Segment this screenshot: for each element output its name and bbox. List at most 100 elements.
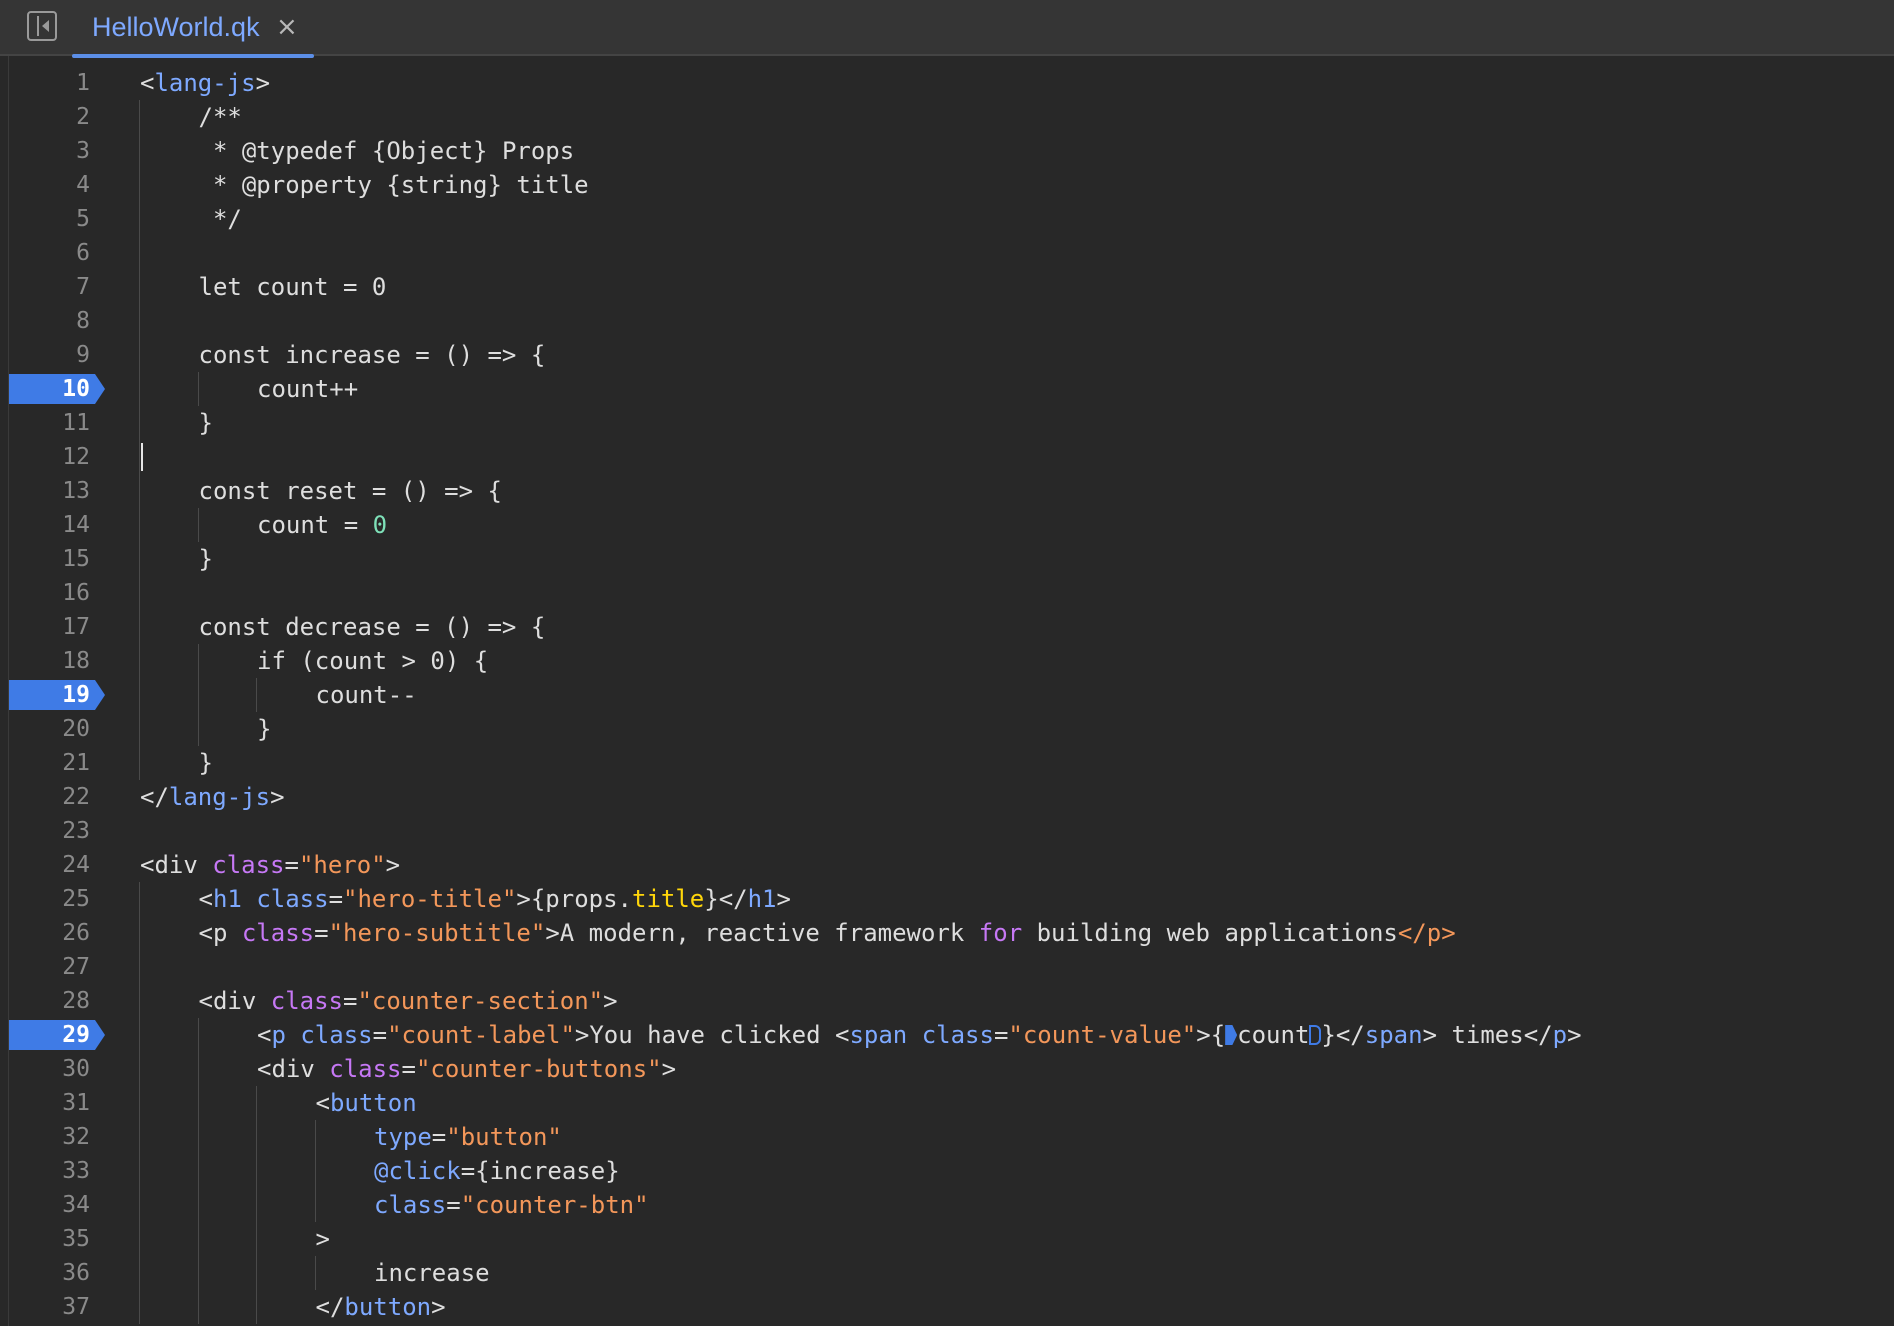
code-line[interactable]: if (count > 0) {: [257, 644, 488, 678]
code-token: class: [300, 1021, 373, 1049]
inline-breakpoint-start-icon[interactable]: [1225, 1025, 1238, 1045]
code-line[interactable]: <h1 class="hero-title">{props.title}</h1…: [199, 882, 791, 916]
code-token: const decrease = () => {: [198, 613, 546, 641]
line-number[interactable]: 32: [0, 1120, 90, 1154]
code-token: count: [1237, 1021, 1310, 1049]
code-token: * @property {string} title: [198, 171, 589, 199]
code-line[interactable]: count++: [257, 372, 358, 406]
line-number[interactable]: 3: [0, 134, 90, 168]
code-line[interactable]: <p class="count-label">You have clicked …: [257, 1018, 1582, 1052]
line-number[interactable]: 21: [0, 746, 90, 780]
code-line[interactable]: let count = 0: [199, 270, 387, 304]
line-number[interactable]: 26: [0, 916, 90, 950]
line-number[interactable]: 22: [0, 780, 90, 814]
sidebar-toggle-bar: [37, 16, 39, 36]
line-number[interactable]: 20: [0, 712, 90, 746]
line-number[interactable]: 25: [0, 882, 90, 916]
code-line[interactable]: <div class="counter-section">: [199, 984, 618, 1018]
line-number[interactable]: 16: [0, 576, 90, 610]
line-number[interactable]: 11: [0, 406, 90, 440]
code-line[interactable]: >: [316, 1222, 330, 1256]
code-token: "count-value": [1008, 1021, 1197, 1049]
line-number[interactable]: 2: [0, 100, 90, 134]
code-token: <div: [140, 851, 213, 879]
code-token: }: [257, 715, 272, 743]
line-number[interactable]: 23: [0, 814, 90, 848]
line-number[interactable]: 34: [0, 1188, 90, 1222]
code-token: @click: [374, 1157, 461, 1185]
line-number[interactable]: 5: [0, 202, 90, 236]
line-number[interactable]: 36: [0, 1256, 90, 1290]
code-line[interactable]: <div class="hero">: [140, 848, 400, 882]
code-line[interactable]: }: [199, 542, 213, 576]
line-number[interactable]: 24: [0, 848, 90, 882]
line-number[interactable]: 19: [0, 678, 90, 712]
code-line[interactable]: const reset = () => {: [199, 474, 502, 508]
code-line[interactable]: increase: [374, 1256, 490, 1290]
code-line[interactable]: const decrease = () => {: [199, 610, 546, 644]
sidebar-collapse-icon[interactable]: [27, 11, 57, 41]
code-line[interactable]: @click={increase}: [374, 1154, 620, 1188]
line-number[interactable]: 9: [0, 338, 90, 372]
code-line[interactable]: </button>: [316, 1290, 446, 1324]
code-line[interactable]: * @typedef {Object} Props: [199, 134, 575, 168]
code-line[interactable]: }: [199, 406, 213, 440]
line-number[interactable]: 28: [0, 984, 90, 1018]
line-number[interactable]: 27: [0, 950, 90, 984]
code-line[interactable]: /**: [199, 100, 242, 134]
code-token: <: [257, 1021, 272, 1049]
line-number[interactable]: 13: [0, 474, 90, 508]
code-line[interactable]: class="counter-btn": [374, 1188, 649, 1222]
line-number[interactable]: 6: [0, 236, 90, 270]
breakpoint-tip: [95, 1020, 105, 1050]
code-line[interactable]: <lang-js>: [140, 66, 270, 100]
code-token: if (count >: [257, 647, 431, 675]
code-token: }: [198, 545, 213, 573]
line-number[interactable]: 7: [0, 270, 90, 304]
close-icon[interactable]: ×: [276, 12, 298, 42]
indent-guide: [314, 1120, 316, 1222]
code-line[interactable]: count = 0: [257, 508, 387, 542]
code-line[interactable]: <div class="counter-buttons">: [257, 1052, 676, 1086]
code-line[interactable]: type="button": [374, 1120, 562, 1154]
line-number[interactable]: 14: [0, 508, 90, 542]
code-token: title: [632, 885, 705, 913]
inline-breakpoint-end-icon[interactable]: [1309, 1025, 1322, 1045]
code-token: "hero-title": [343, 885, 517, 913]
line-number[interactable]: 37: [0, 1290, 90, 1324]
code-token: class: [241, 919, 315, 947]
indent-guide: [314, 1256, 316, 1290]
line-number[interactable]: 12: [0, 440, 90, 474]
indent-guide: [197, 372, 199, 406]
code-line[interactable]: <button: [316, 1086, 417, 1120]
line-number[interactable]: 15: [0, 542, 90, 576]
line-number[interactable]: 4: [0, 168, 90, 202]
code-line[interactable]: }: [199, 746, 213, 780]
code-token: >: [776, 885, 791, 913]
indent-guide: [197, 644, 199, 746]
code-token: >: [385, 851, 401, 879]
code-token: "counter-buttons": [415, 1055, 662, 1083]
code-token: } Props: [473, 137, 575, 165]
code-line[interactable]: </lang-js>: [140, 780, 285, 814]
code-token: class: [212, 851, 285, 879]
tab-helloworld[interactable]: HelloWorld.qk ×: [72, 0, 314, 58]
line-number[interactable]: 35: [0, 1222, 90, 1256]
line-number[interactable]: 10: [0, 372, 90, 406]
line-number[interactable]: 29: [0, 1018, 90, 1052]
line-number[interactable]: 17: [0, 610, 90, 644]
code-token: "hero": [298, 851, 386, 879]
code-line[interactable]: */: [199, 202, 242, 236]
code-line[interactable]: const increase = () => {: [199, 338, 546, 372]
code-token: ) {: [444, 647, 489, 675]
line-number[interactable]: 30: [0, 1052, 90, 1086]
code-line[interactable]: }: [257, 712, 271, 746]
code-line[interactable]: <p class="hero-subtitle">A modern, react…: [199, 916, 1456, 950]
line-number[interactable]: 31: [0, 1086, 90, 1120]
code-line[interactable]: count--: [316, 678, 417, 712]
line-number[interactable]: 33: [0, 1154, 90, 1188]
line-number[interactable]: 1: [0, 66, 90, 100]
line-number[interactable]: 18: [0, 644, 90, 678]
line-number[interactable]: 8: [0, 304, 90, 338]
code-line[interactable]: * @property {string} title: [199, 168, 589, 202]
